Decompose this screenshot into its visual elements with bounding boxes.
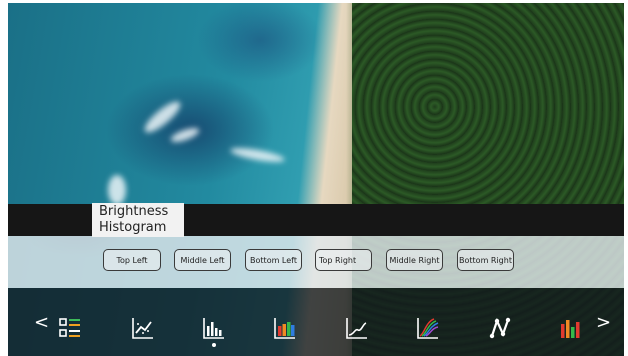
panel-title-line1: Brightness: [99, 204, 169, 219]
panel-title-tab: Brightness Histogram: [92, 203, 184, 237]
color-bar-chart-icon[interactable]: [273, 316, 297, 340]
dock-next-button[interactable]: >: [596, 312, 611, 333]
histogram-icon[interactable]: [202, 316, 226, 340]
viewer-frame: Brightness Histogram Top Left Middle Lef…: [0, 0, 628, 356]
region-button-top-left[interactable]: Top Left: [103, 249, 161, 271]
rgb-curves-icon[interactable]: [416, 316, 440, 340]
dock-prev-button[interactable]: <: [34, 312, 49, 333]
top-margin: [0, 0, 628, 3]
right-margin: [624, 0, 628, 356]
region-button-top-right[interactable]: Top Right: [315, 249, 372, 271]
line-chart-icon[interactable]: [345, 316, 369, 340]
panel-title-line2: Histogram: [99, 220, 167, 235]
active-indicator: [212, 343, 216, 347]
region-button-middle-right[interactable]: Middle Right: [386, 249, 443, 271]
left-margin: [0, 0, 8, 356]
tool-dock: [8, 288, 624, 356]
region-button-bottom-right[interactable]: Bottom Right: [457, 249, 514, 271]
node-path-icon[interactable]: [488, 316, 512, 340]
region-button-middle-left[interactable]: Middle Left: [174, 249, 231, 271]
region-button-bottom-left[interactable]: Bottom Left: [245, 249, 302, 271]
rgb-histogram-icon[interactable]: [559, 316, 583, 340]
list-icon[interactable]: [58, 316, 82, 340]
trend-chart-icon[interactable]: [131, 316, 155, 340]
